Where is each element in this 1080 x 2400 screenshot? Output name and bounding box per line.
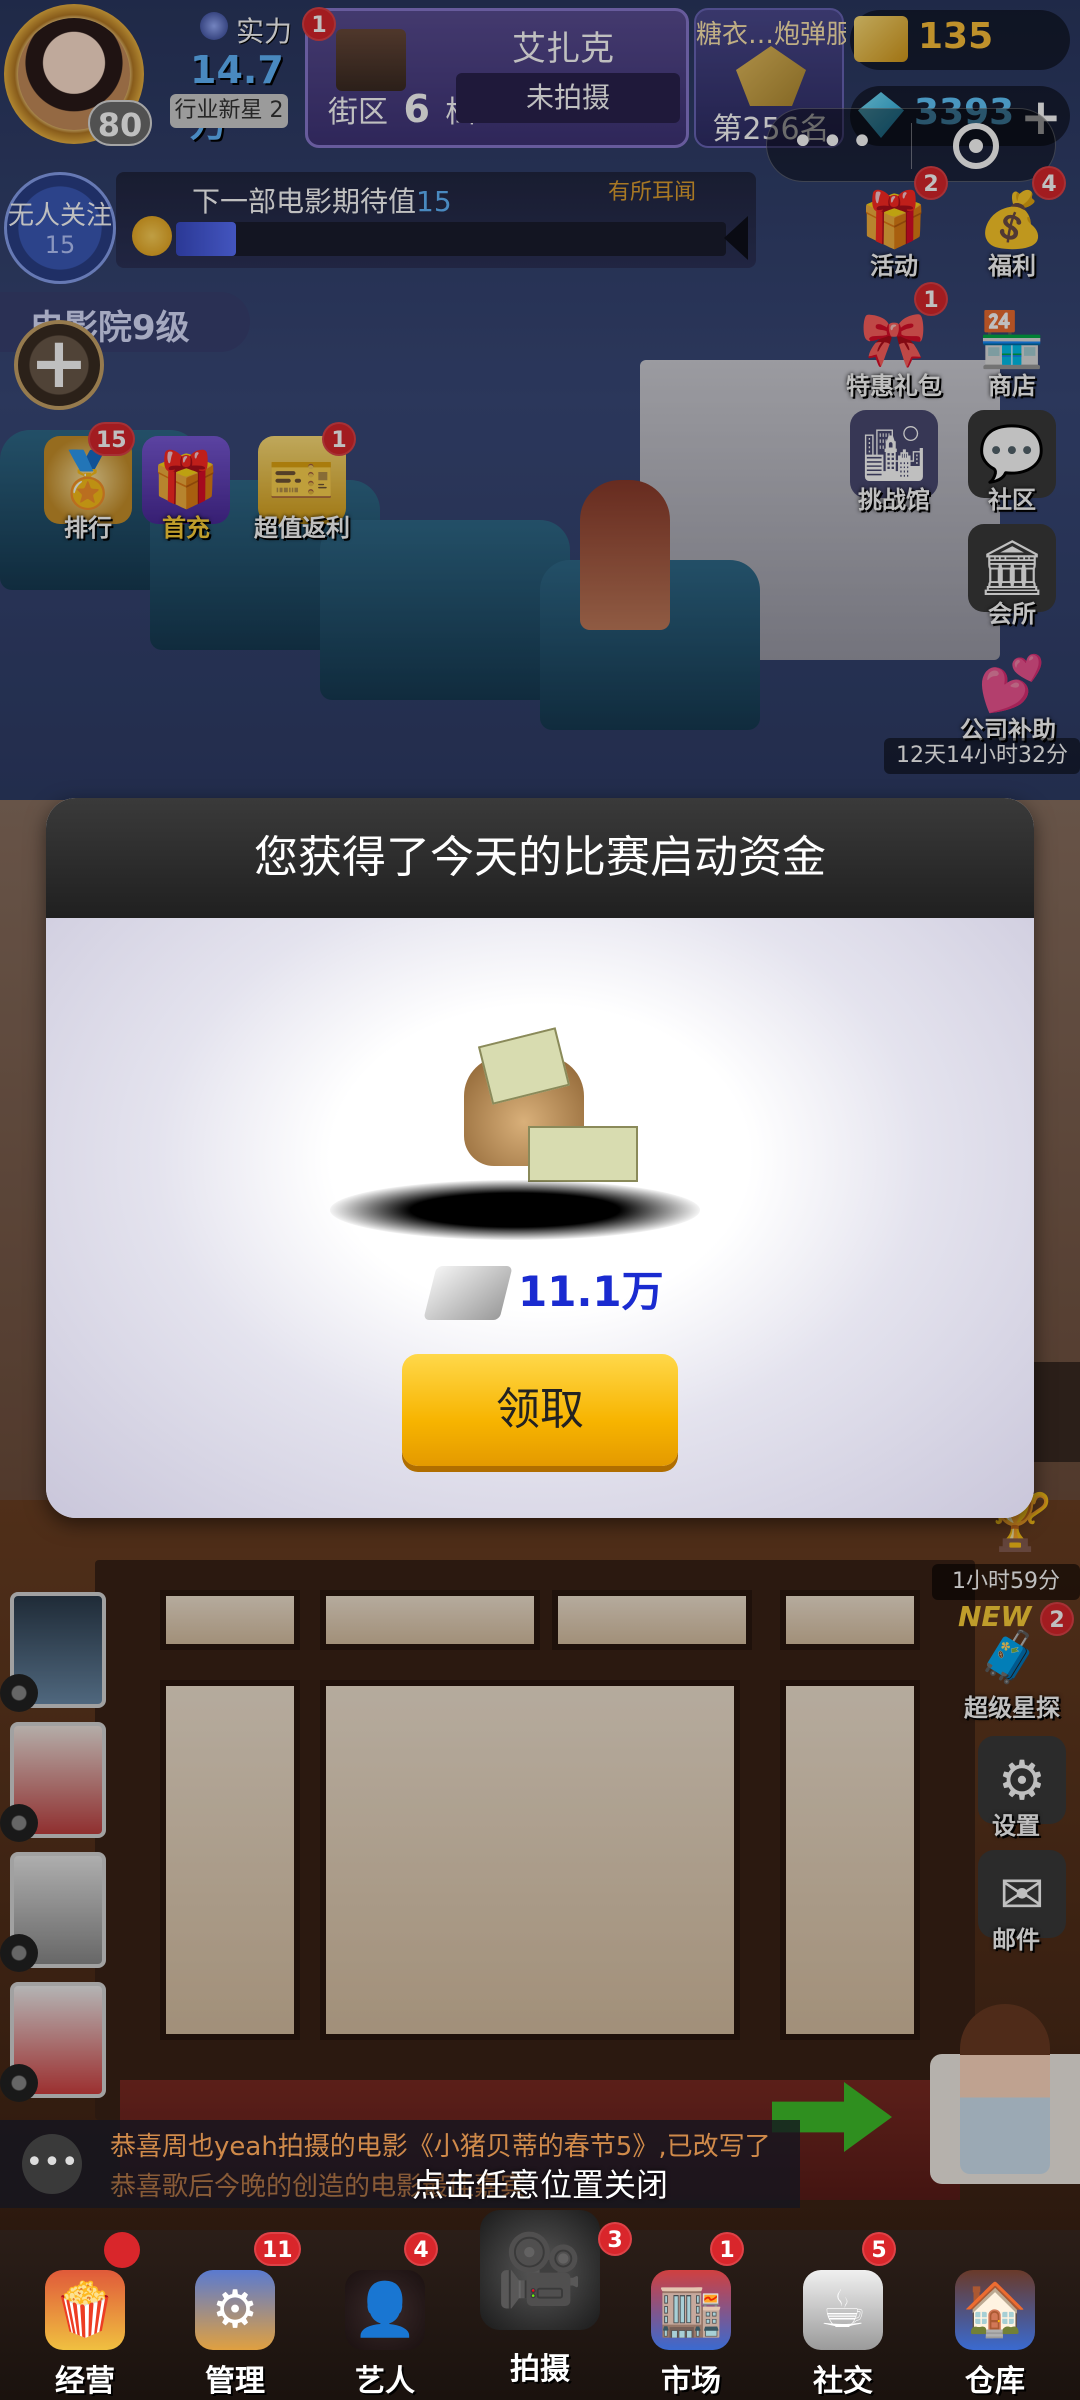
warehouse-icon: 🏠 [955,2270,1035,2350]
claim-button[interactable]: 领取 [402,1354,678,1466]
nav-market-label: 市场 [661,2364,721,2399]
dialog-title: 您获得了今天的比赛启动资金 [254,832,826,883]
nav-shoot-badge: 3 [598,2222,632,2256]
nav-shoot-label: 拍摄 [510,2352,570,2387]
nav-market[interactable]: 🏬 市场 [626,2270,756,2399]
nav-manage[interactable]: ⚙ 管理 [170,2270,300,2399]
money-bag-reward-icon [444,1027,644,1186]
bill-stack-shape [528,1126,638,1182]
close-hint: 点击任意位置关闭 [411,2166,668,2204]
nav-operate-label: 经营 [55,2364,115,2399]
cash-icon [423,1266,513,1320]
film-camera-icon: 🎥 [480,2210,600,2330]
nav-warehouse-label: 仓库 [965,2364,1025,2399]
manage-icon: ⚙ [195,2270,275,2350]
nav-market-badge: 1 [710,2232,744,2266]
chat-line: 恭喜周也yeah拍摄的电影《小猪贝蒂的春节5》,已改写了 [110,2132,771,2162]
nav-manage-label: 管理 [205,2364,265,2399]
nav-manage-badge: 11 [254,2232,301,2266]
nav-shoot[interactable]: 🎥 拍摄 [460,2210,620,2390]
nav-social-badge: 5 [862,2232,896,2266]
artist-icon: 👤 [345,2270,425,2350]
nav-operate[interactable]: 🍿 经营 [20,2270,150,2399]
dialog-header: 您获得了今天的比赛启动资金 [46,798,1034,918]
nav-social-label: 社交 [813,2364,873,2399]
nav-operate-dot [104,2232,140,2268]
market-stall-icon: 🏬 [651,2270,731,2350]
reward-amount: 11.1万 [518,1267,664,1316]
nav-warehouse[interactable]: 🏠 仓库 [930,2270,1060,2399]
nav-artists[interactable]: 👤 艺人 [320,2270,450,2399]
nav-artists-badge: 4 [404,2232,438,2266]
coffee-cup-icon: ☕ [803,2270,883,2350]
nav-artists-label: 艺人 [355,2364,415,2399]
popcorn-icon: 🍿 [45,2270,125,2350]
reward-shadow [330,1180,700,1240]
nav-social[interactable]: ☕ 社交 [778,2270,908,2399]
